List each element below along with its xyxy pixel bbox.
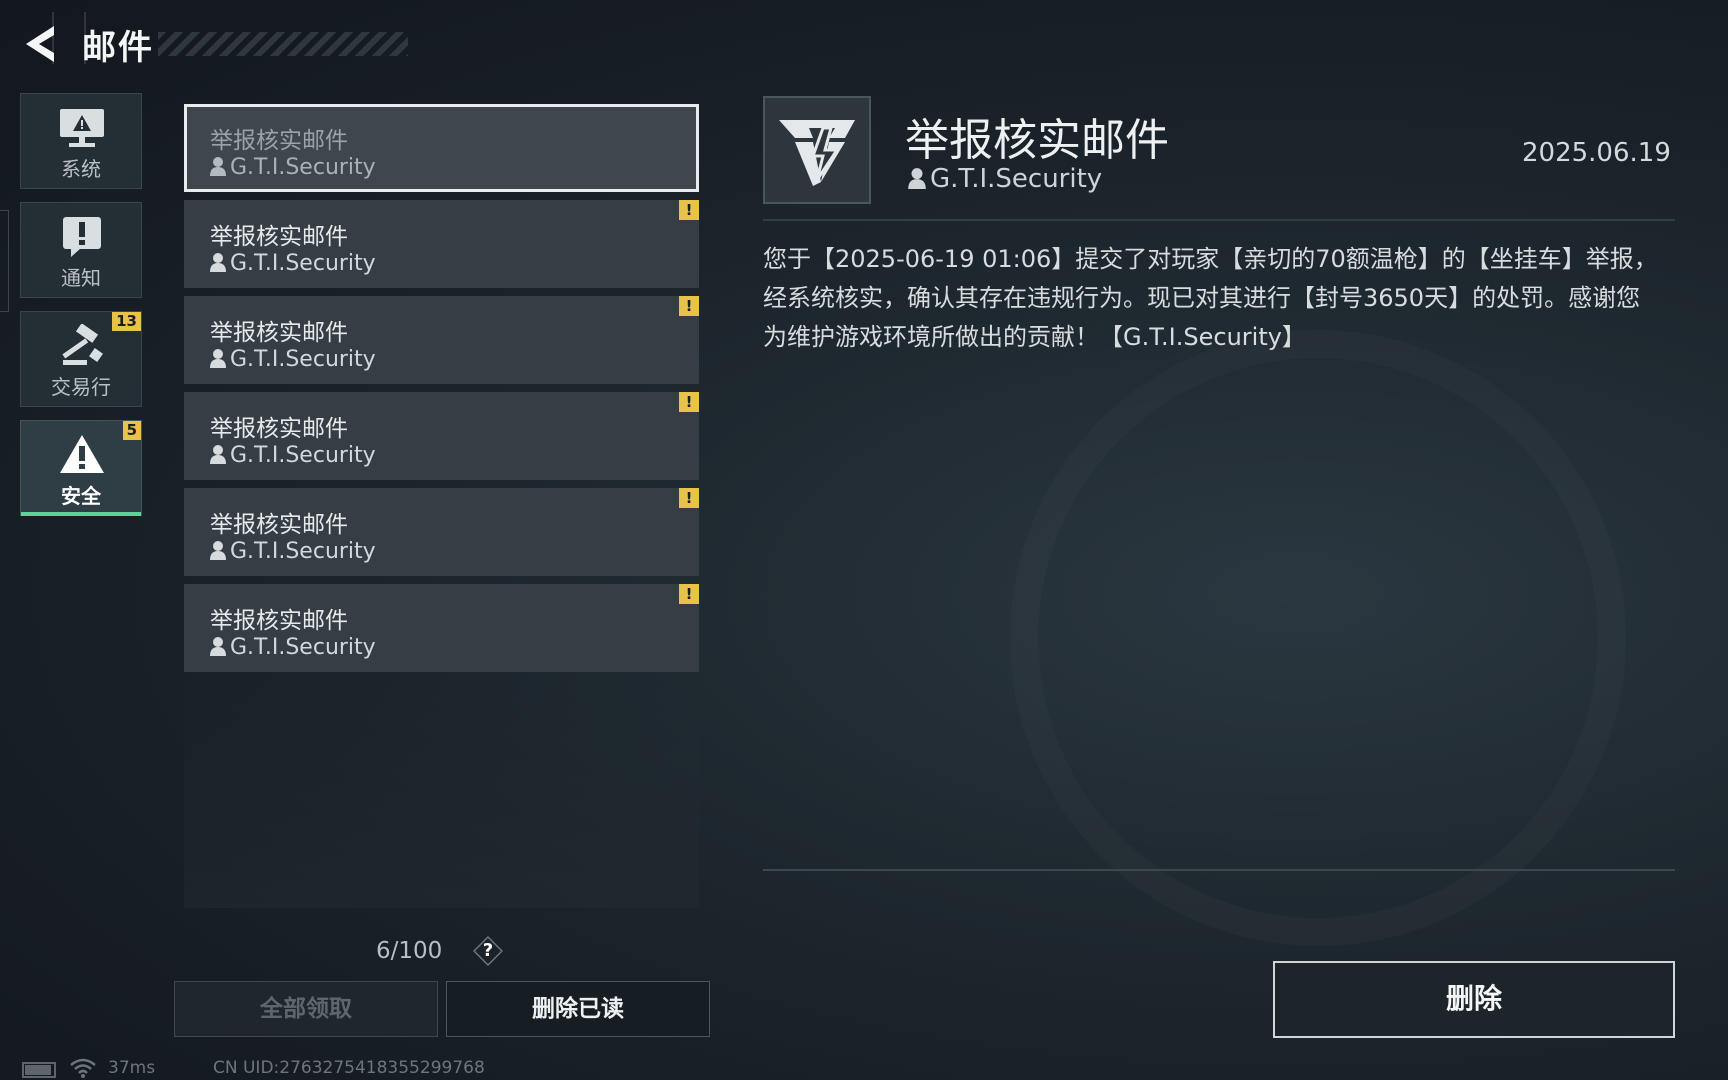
delete-read-button[interactable]: 删除已读 bbox=[446, 981, 710, 1037]
sidebar-tab-label: 系统 bbox=[61, 157, 101, 181]
uid-text: CN UID:2763275418355299768 bbox=[213, 1058, 485, 1078]
mail-sender-name: G.T.I.Security bbox=[230, 539, 376, 564]
mail-sender-name: G.T.I.Security bbox=[230, 155, 376, 180]
mail-item[interactable]: 举报核实邮件 G.T.I.Security ! bbox=[184, 488, 699, 576]
mail-count: 6/100 bbox=[376, 938, 443, 964]
mail-item[interactable]: 举报核实邮件 G.T.I.Security ! bbox=[184, 584, 699, 672]
sender-avatar bbox=[763, 96, 871, 204]
divider bbox=[763, 869, 1675, 871]
ping-text: 37ms bbox=[108, 1058, 156, 1078]
mail-subject: 举报核实邮件 bbox=[210, 608, 348, 634]
mail-item[interactable]: 举报核实邮件 G.T.I.Security ! bbox=[184, 392, 699, 480]
divider bbox=[763, 219, 1675, 221]
notice-icon bbox=[63, 217, 101, 257]
mail-sender-name: G.T.I.Security bbox=[230, 635, 376, 660]
mail-sender: G.T.I.Security bbox=[210, 635, 376, 660]
gavel-icon bbox=[62, 324, 103, 365]
sidebar-tab-notice[interactable]: 通知 bbox=[20, 202, 142, 298]
mail-sender: G.T.I.Security bbox=[210, 539, 376, 564]
monitor-icon bbox=[60, 109, 104, 147]
mail-sender: G.T.I.Security bbox=[210, 251, 376, 276]
mail-sender: G.T.I.Security bbox=[210, 443, 376, 468]
background-emblem bbox=[1010, 330, 1626, 946]
wifi-icon bbox=[70, 1058, 96, 1078]
mail-sender: G.T.I.Security bbox=[210, 347, 376, 372]
sidebar-tab-market[interactable]: 13 交易行 bbox=[20, 311, 142, 407]
mail-item[interactable]: 举报核实邮件 G.T.I.Security ! bbox=[184, 296, 699, 384]
claim-all-button[interactable]: 全部领取 bbox=[174, 981, 438, 1037]
mail-item[interactable]: 举报核实邮件 G.T.I.Security ! bbox=[184, 200, 699, 288]
mail-sender: G.T.I.Security bbox=[210, 155, 376, 180]
page-title: 邮件 bbox=[82, 28, 154, 68]
unread-flag-icon: ! bbox=[679, 200, 699, 220]
security-badge: 5 bbox=[122, 421, 141, 440]
mail-sender-name: G.T.I.Security bbox=[230, 443, 376, 468]
mail-sender-name: G.T.I.Security bbox=[230, 251, 376, 276]
delete-button[interactable]: 删除 bbox=[1273, 961, 1675, 1038]
warning-icon bbox=[60, 435, 104, 473]
mail-subject: 举报核实邮件 bbox=[210, 128, 348, 154]
person-icon bbox=[210, 445, 226, 464]
mail-subject: 举报核实邮件 bbox=[210, 512, 348, 538]
mail-sender-name: G.T.I.Security bbox=[230, 347, 376, 372]
person-icon bbox=[210, 157, 226, 176]
mail-subject: 举报核实邮件 bbox=[210, 224, 348, 250]
detail-body: 您于【2025-06-19 01:06】提交了对玩家【亲切的70额温枪】的【坐挂… bbox=[763, 245, 1658, 351]
person-icon bbox=[908, 168, 926, 189]
active-tab-indicator bbox=[21, 512, 141, 516]
unread-flag-icon: ! bbox=[679, 392, 699, 412]
battery-level bbox=[25, 1065, 51, 1075]
person-icon bbox=[210, 637, 226, 656]
sidebar-tab-label: 交易行 bbox=[51, 375, 111, 399]
security-logo-icon bbox=[779, 120, 855, 186]
help-label: ? bbox=[482, 940, 494, 961]
unread-flag-icon: ! bbox=[679, 584, 699, 604]
sidebar-tab-label: 通知 bbox=[61, 266, 101, 290]
unread-flag-icon: ! bbox=[679, 296, 699, 316]
title-stripes-decoration bbox=[158, 32, 408, 56]
back-arrow-icon[interactable] bbox=[20, 22, 58, 66]
unread-flag-icon: ! bbox=[679, 488, 699, 508]
person-icon bbox=[210, 253, 226, 272]
person-icon bbox=[210, 541, 226, 560]
sidebar-tab-label: 安全 bbox=[61, 484, 101, 508]
person-icon bbox=[210, 349, 226, 368]
mail-list-empty-area bbox=[184, 668, 699, 908]
market-badge: 13 bbox=[112, 312, 141, 331]
detail-sender-name: G.T.I.Security bbox=[930, 164, 1103, 194]
detail-sender: G.T.I.Security bbox=[908, 164, 1102, 194]
detail-title: 举报核实邮件 bbox=[905, 115, 1169, 166]
mail-subject: 举报核实邮件 bbox=[210, 320, 348, 346]
sidebar-tab-system[interactable]: 系统 bbox=[20, 93, 142, 189]
sidebar-tab-security[interactable]: 5 安全 bbox=[20, 420, 142, 516]
detail-date: 2025.06.19 bbox=[1522, 138, 1671, 168]
sidebar-edge-decoration bbox=[0, 210, 9, 312]
mail-item[interactable]: 举报核实邮件 G.T.I.Security bbox=[184, 104, 699, 192]
mail-subject: 举报核实邮件 bbox=[210, 416, 348, 442]
